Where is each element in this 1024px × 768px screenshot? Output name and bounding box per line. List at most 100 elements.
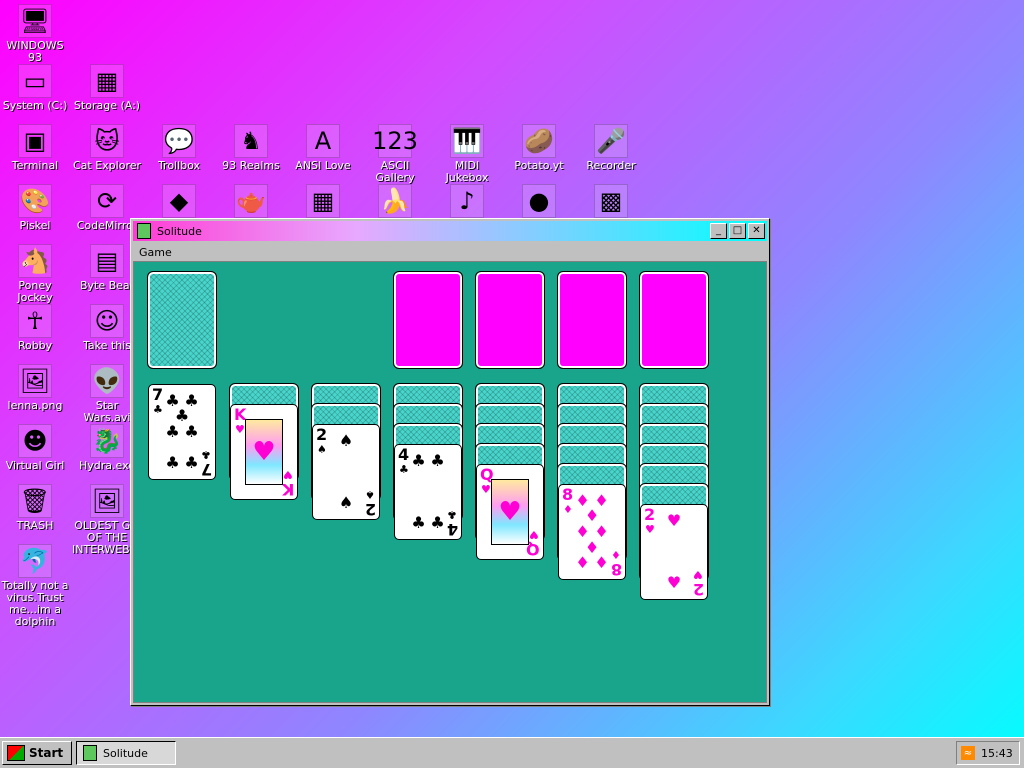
card-rank: 2 bbox=[692, 580, 704, 599]
card-suit-small: ♣ bbox=[153, 403, 163, 416]
desktop-icon-7[interactable]: A ANSI Love bbox=[288, 124, 358, 172]
card-pip: ♥ bbox=[666, 510, 682, 530]
desktop-icon-label: TRASH bbox=[16, 519, 54, 532]
card-pips: ♣ ♣ ♣ ♣ ♣ ♣ ♣ bbox=[163, 391, 201, 473]
desktop-icon-0[interactable]: 🖥 WINDOWS 93 bbox=[0, 4, 70, 64]
codemirror-icon: ⟳ bbox=[90, 184, 124, 218]
foundation-2[interactable] bbox=[475, 271, 545, 369]
face-card-suit: ♥ bbox=[498, 497, 522, 527]
foundation-1[interactable] bbox=[393, 271, 463, 369]
desktop-icon-5[interactable]: 💬 Trollbox bbox=[144, 124, 214, 172]
yoda-icon: 👽 bbox=[90, 364, 124, 398]
desktop-icon-28[interactable]: 🍌 bbox=[360, 184, 430, 220]
maze-icon: ▩ bbox=[594, 184, 628, 218]
close-button[interactable]: ✕ bbox=[748, 223, 765, 239]
tableau-card-col-4[interactable]: 4 ♣ 4 ♣ ♣ ♣ ♣ ♣ bbox=[394, 444, 462, 540]
desktop-icon-9[interactable]: 🎹 MIDI Jukebox bbox=[432, 124, 502, 184]
desktop-icon-3[interactable]: ▣ Terminal bbox=[0, 124, 70, 172]
desktop-icon-24[interactable]: 🐬 Totally not a virus.Trust me...im a dol… bbox=[0, 544, 70, 628]
card-suit-small: ♠ bbox=[365, 488, 375, 501]
desktop-icon-label: Robby bbox=[17, 339, 53, 352]
hydra-icon: 🐉 bbox=[90, 424, 124, 458]
card-pip: ♠ bbox=[338, 493, 354, 513]
girl-icon: ☻ bbox=[18, 424, 52, 458]
card-rank: 4 bbox=[398, 445, 410, 464]
ascii-icon: 123 bbox=[372, 124, 418, 158]
start-button[interactable]: Start bbox=[2, 741, 72, 765]
foundation-3[interactable] bbox=[557, 271, 627, 369]
ansi-icon: A bbox=[306, 124, 340, 158]
solitaire-app-icon bbox=[83, 745, 97, 761]
card-suit-small: ♥ bbox=[645, 523, 655, 536]
desktop-icon-29[interactable]: ♪ bbox=[432, 184, 502, 220]
tableau-card-col-7[interactable]: 2 ♥ 2 ♥ ♥ ♥ bbox=[640, 504, 708, 600]
tableau-card-col-3[interactable]: 2 ♠ 2 ♠ ♠ ♠ bbox=[312, 424, 380, 520]
trash-icon: 🗑 bbox=[18, 484, 52, 518]
desktop-icon-8[interactable]: 123 ASCII Gallery bbox=[360, 124, 430, 184]
desktop-icon-1[interactable]: ▭ System (C:) bbox=[0, 64, 70, 112]
desktop-icon-25[interactable]: ◆ bbox=[144, 184, 214, 220]
tableau-card-col-5[interactable]: Q ♥ Q ♥ ♥ bbox=[476, 464, 544, 560]
desktop-icon-16[interactable]: ☥ Robby bbox=[0, 304, 70, 352]
card-suit-small: ♥ bbox=[693, 568, 703, 581]
card-rank: 7 bbox=[200, 460, 212, 479]
card-pip: ♣ bbox=[430, 513, 445, 533]
tableau-card-col-2[interactable]: K ♥ K ♥ ♥ bbox=[230, 404, 298, 500]
palette-icon: 🎨 bbox=[18, 184, 52, 218]
image-file-icon: 🖼 bbox=[18, 364, 52, 398]
desktop-icon-label: Recorder bbox=[586, 159, 636, 172]
tableau-card-col-1[interactable]: 7 ♣ 7 ♣ ♣ ♣ ♣ ♣ ♣ ♣ ♣ bbox=[148, 384, 216, 480]
computer-icon: 🖥 bbox=[18, 4, 52, 38]
desktop-icon-label: Virtual Girl bbox=[5, 459, 65, 472]
desktop-icon-4[interactable]: 🐱 Cat Explorer bbox=[72, 124, 142, 172]
windows-logo-icon bbox=[7, 745, 25, 761]
card-pip: ♣ bbox=[411, 513, 426, 533]
desktop-icon-20[interactable]: ☻ Virtual Girl bbox=[0, 424, 70, 472]
menu-game[interactable]: Game bbox=[139, 246, 172, 259]
desktop-icon-6[interactable]: ♞ 93 Realms bbox=[216, 124, 286, 172]
taskbar-item-solitude[interactable]: Solitude bbox=[76, 741, 176, 765]
desktop-icon-18[interactable]: 🖼 lenna.png bbox=[0, 364, 70, 412]
stock-pile[interactable] bbox=[147, 271, 217, 369]
desktop-icon-2[interactable]: ▦ Storage (A:) bbox=[72, 64, 142, 112]
microphone-icon: 🎤 bbox=[594, 124, 628, 158]
desktop-icon-label: lenna.png bbox=[7, 399, 63, 412]
desktop-icon-31[interactable]: ▩ bbox=[576, 184, 646, 220]
desktop-icon-label: Totally not a virus.Trust me...im a dolp… bbox=[1, 579, 69, 628]
desktop-icon-26[interactable]: 🫖 bbox=[216, 184, 286, 220]
card-rank: K bbox=[281, 480, 294, 499]
desktop-icon-label: Cat Explorer bbox=[72, 159, 142, 172]
desktop-icon-12[interactable]: 🎨 Piskel bbox=[0, 184, 70, 232]
card-rank: 2 bbox=[644, 505, 656, 524]
game-table: 7 ♣ 7 ♣ ♣ ♣ ♣ ♣ ♣ ♣ ♣ K ♥ K ♥ ♥ 2 ♠ 2 ♠ ♠ ♠ 4 ♣ 4 ♣ ♣ ♣ ♣ ♣ Q ♥ Q ♥ ♥ 8 ♦ 8 ♦ ♦… bbox=[133, 261, 767, 703]
taskbar: Start Solitude ≈ 15:43 bbox=[0, 737, 1024, 768]
desktop-icon-10[interactable]: 🥔 Potato.yt bbox=[504, 124, 574, 172]
desktop-icon-label: WINDOWS 93 bbox=[6, 39, 64, 64]
card-suit-small: ♦ bbox=[611, 548, 621, 561]
knight-icon: ♞ bbox=[234, 124, 268, 158]
card-rank: 7 bbox=[152, 385, 164, 404]
maximize-button[interactable]: □ bbox=[729, 223, 746, 239]
desktop-icon-11[interactable]: 🎤 Recorder bbox=[576, 124, 646, 172]
potato-icon: 🥔 bbox=[522, 124, 556, 158]
desktop-icon-label: ANSI Love bbox=[295, 159, 351, 172]
card-pips: ♥ ♥ bbox=[655, 511, 693, 593]
desktop-icon-27[interactable]: ▦ bbox=[288, 184, 358, 220]
rss-icon[interactable]: ≈ bbox=[961, 746, 975, 760]
tableau-card-col-6[interactable]: 8 ♦ 8 ♦ ♦ ♦ ♦ ♦ ♦ ♦ ♦ ♦ bbox=[558, 484, 626, 580]
system-tray: ≈ 15:43 bbox=[956, 741, 1020, 765]
desktop-icon-30[interactable]: ● bbox=[504, 184, 574, 220]
card-pips: ♦ ♦ ♦ ♦ ♦ ♦ ♦ ♦ bbox=[573, 491, 611, 573]
desktop-icon-14[interactable]: 🐴 Poney Jockey bbox=[0, 244, 70, 304]
desktop-icon-label: Potato.yt bbox=[514, 159, 564, 172]
desktop-icon-label: ASCII Gallery bbox=[375, 159, 415, 184]
window-title: Solitude bbox=[157, 224, 202, 238]
desktop-icon-22[interactable]: 🗑 TRASH bbox=[0, 484, 70, 532]
floppy-drive-icon: ▦ bbox=[90, 64, 124, 98]
card-rank: 8 bbox=[562, 485, 574, 504]
foundation-4[interactable] bbox=[639, 271, 709, 369]
drive-icon: ▭ bbox=[18, 64, 52, 98]
window-titlebar[interactable]: Solitude _ □ ✕ bbox=[133, 221, 767, 241]
minimize-button[interactable]: _ bbox=[710, 223, 727, 239]
card-pip: ♣ bbox=[165, 453, 180, 473]
